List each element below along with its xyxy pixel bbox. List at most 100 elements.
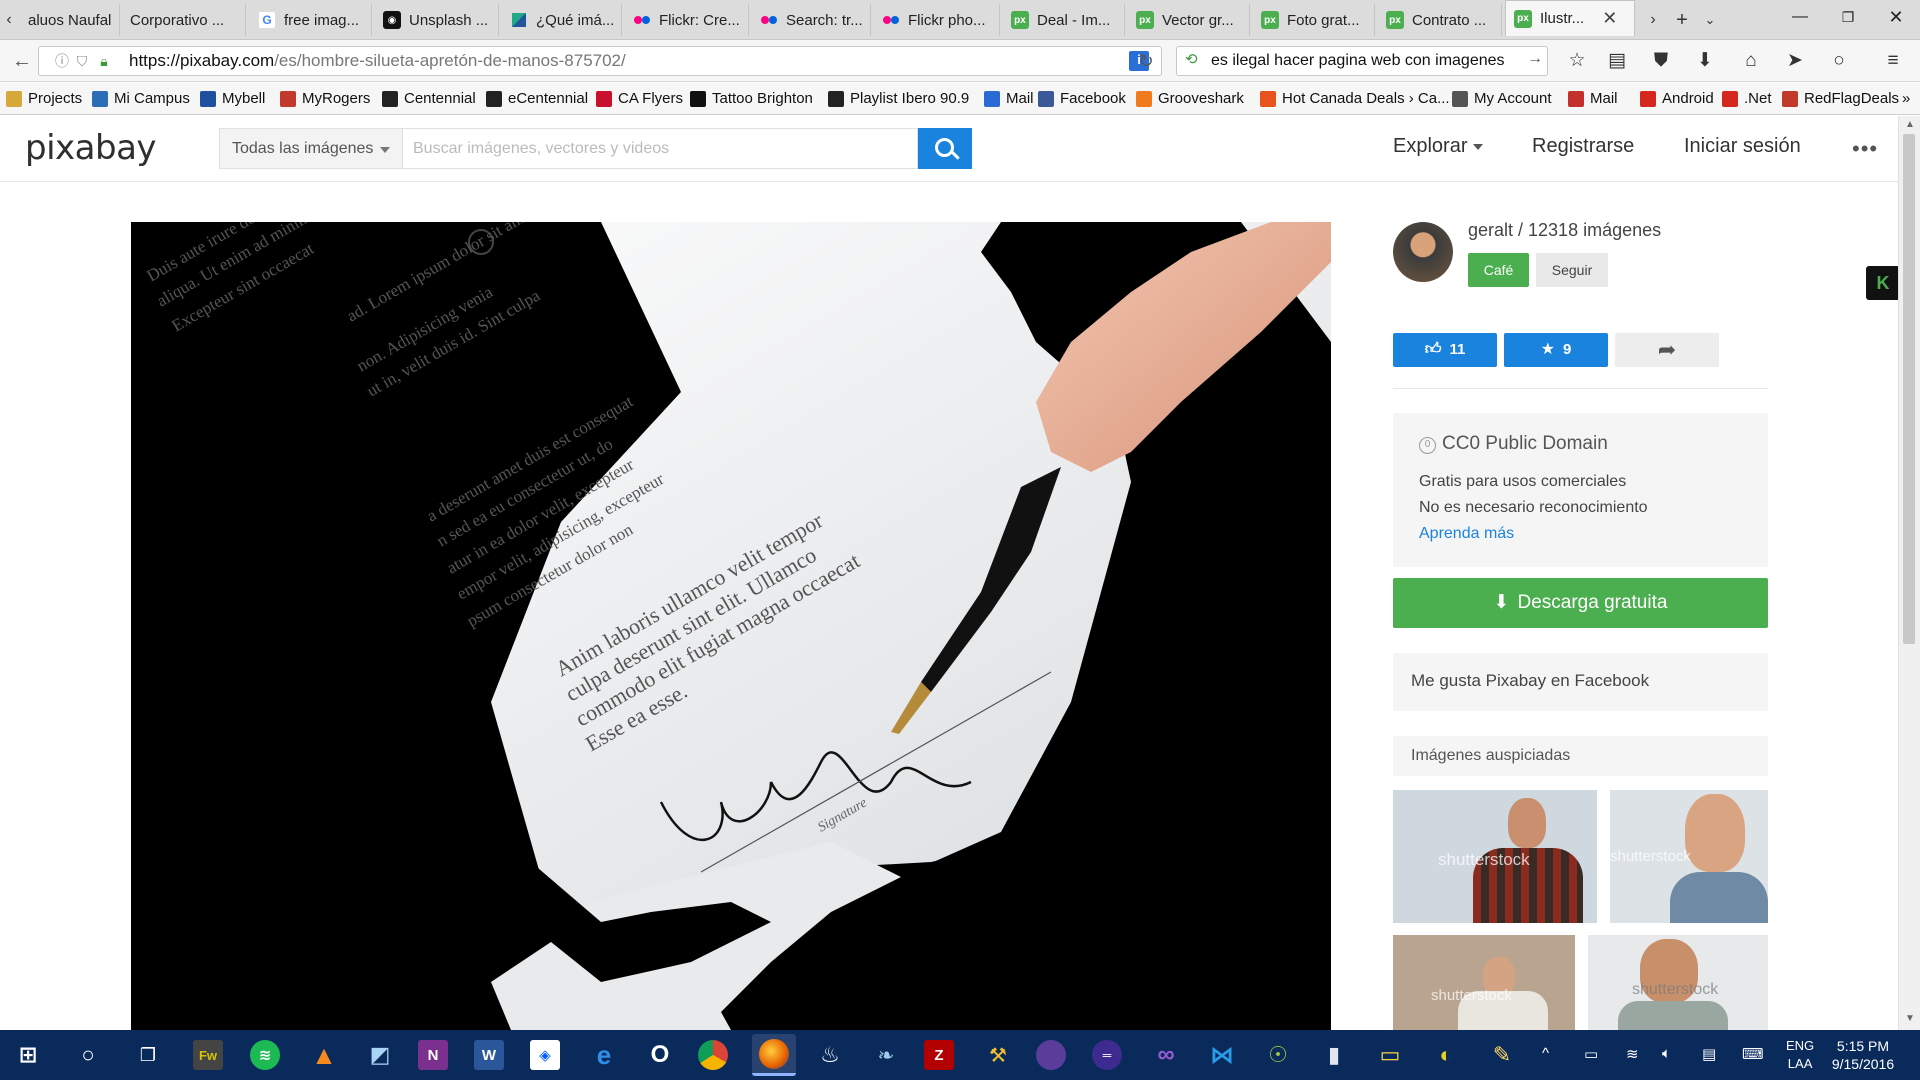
pixabay-logo[interactable]: pixabay [25, 128, 157, 168]
sponsored-thumb[interactable]: shutterstock [1393, 935, 1575, 1030]
wifi-icon[interactable]: ≋ [1626, 1045, 1639, 1063]
browser-tab[interactable]: px Ilustr... ✕ [1505, 0, 1635, 36]
chat-icon[interactable]: ○ [1824, 46, 1854, 76]
send-icon[interactable]: ➤ [1780, 46, 1810, 76]
spotify-icon[interactable]: ≋ [250, 1040, 280, 1070]
sponsored-thumb[interactable]: shutterstock [1588, 935, 1768, 1030]
address-bar[interactable]: ⓘ ⛉ 🔒︎ https://pixabay.com/es/hombre-sil… [38, 46, 1162, 76]
register-link[interactable]: Registrarse [1532, 135, 1634, 158]
notification-icon[interactable]: ▤ [1702, 1045, 1716, 1063]
explore-menu[interactable]: Explorar [1393, 135, 1484, 158]
bookmark-item[interactable]: CA Flyers [596, 89, 683, 109]
bookmark-item[interactable]: Grooveshark [1136, 89, 1244, 109]
author-avatar[interactable] [1393, 222, 1453, 282]
app-icon[interactable] [1036, 1040, 1066, 1070]
bookmark-item[interactable]: Facebook [1038, 89, 1126, 109]
download-icon[interactable]: ⬇ [1690, 46, 1720, 76]
sponsored-thumb[interactable]: shutterstock [1393, 790, 1597, 923]
browser-tab[interactable]: Gfree imag... [250, 4, 372, 36]
bookmark-item[interactable]: Mail [984, 89, 1034, 109]
favorite-button[interactable]: ★ 9 [1504, 333, 1608, 367]
browser-tab[interactable]: ¿Qué imá... [502, 4, 622, 36]
bookmark-item[interactable]: Mail [1568, 89, 1618, 109]
browser-tab[interactable]: px Foto grat... [1253, 4, 1375, 36]
shield-icon[interactable]: ⛉ [73, 52, 91, 70]
url-text[interactable]: https://pixabay.com/es/hombre-silueta-ap… [129, 47, 626, 75]
cortana-icon[interactable]: ○ [70, 1037, 106, 1073]
search-go-arrow-icon[interactable]: → [1527, 50, 1543, 68]
more-menu-icon[interactable]: ••• [1852, 136, 1878, 162]
onenote-icon[interactable]: N [418, 1040, 448, 1070]
close-tab-icon[interactable]: ✕ [1602, 8, 1617, 29]
pocket-icon[interactable]: ⛊ [1646, 46, 1676, 76]
paint-icon[interactable]: ✎ [1484, 1037, 1520, 1073]
bookmark-item[interactable]: Mi Campus [92, 89, 190, 109]
tab-scroll-right-icon[interactable]: › [1644, 6, 1662, 34]
app-icon[interactable]: ◐ [1428, 1037, 1464, 1073]
browser-search-box[interactable]: ⟲ es ilegal hacer pagina web con imagene… [1176, 46, 1548, 76]
app-icon[interactable]: ❧ [868, 1037, 904, 1073]
reading-list-icon[interactable]: ▤ [1602, 46, 1632, 76]
steam-icon[interactable]: ♨ [812, 1037, 848, 1073]
minimize-icon[interactable]: — [1776, 0, 1824, 34]
filezilla-icon[interactable]: Z [924, 1040, 954, 1070]
tools-icon[interactable]: ⚒ [980, 1037, 1016, 1073]
chrome-icon[interactable] [698, 1040, 728, 1070]
share-button[interactable]: ➦ [1615, 333, 1719, 367]
bookmark-star-icon[interactable]: ☆ [1562, 46, 1592, 76]
back-icon[interactable]: ← [6, 45, 38, 77]
free-download-button[interactable]: ⬇ Descarga gratuita [1393, 578, 1768, 628]
language-indicator[interactable]: ENG LAA [1786, 1037, 1814, 1073]
home-icon[interactable]: ⌂ [1736, 46, 1766, 76]
facebook-like-box[interactable]: Me gusta Pixabay en Facebook [1393, 653, 1768, 711]
like-button[interactable]: 👍︎ 11 [1393, 333, 1497, 367]
firefox-icon[interactable] [752, 1034, 796, 1076]
bookmark-item[interactable]: eCentennial [486, 89, 588, 109]
opera-icon[interactable]: O [642, 1037, 678, 1073]
battery-icon[interactable]: ▭ [1584, 1045, 1598, 1063]
bookmark-item[interactable]: MyRogers [280, 89, 370, 109]
bookmark-item[interactable]: RedFlagDeals [1782, 89, 1899, 109]
close-window-icon[interactable]: ✕ [1872, 0, 1920, 34]
android-studio-icon[interactable]: ☉ [1260, 1037, 1296, 1073]
browser-tab[interactable]: ◉ Unsplash ... [375, 4, 499, 36]
bookmark-item[interactable]: Hot Canada Deals › Ca... [1260, 89, 1450, 109]
info-icon[interactable]: ⓘ [53, 52, 71, 70]
learn-more-link[interactable]: Aprenda más [1419, 525, 1514, 543]
dropbox-icon[interactable]: ◈ [530, 1040, 560, 1070]
word-icon[interactable]: W [474, 1040, 504, 1070]
tab-scroll-left-icon[interactable]: ‹ [0, 6, 18, 34]
file-explorer-icon[interactable]: ▭ [1372, 1037, 1408, 1073]
keyboard-icon[interactable]: ⌨ [1742, 1045, 1764, 1063]
system-clock[interactable]: 5:15 PM 9/15/2016 [1818, 1037, 1908, 1073]
browser-tab[interactable]: Flickr: Cre... [625, 4, 749, 36]
scroll-thumb[interactable] [1903, 134, 1915, 644]
search-engine-icon[interactable]: ⟲ [1185, 50, 1198, 68]
menu-icon[interactable]: ≡ [1878, 46, 1908, 76]
browser-tab[interactable]: Flickr pho... [874, 4, 1000, 36]
author-name[interactable]: geralt / 12318 imágenes [1468, 220, 1661, 241]
app-icon[interactable]: ▮ [1316, 1037, 1352, 1073]
extension-k-icon[interactable]: K [1866, 266, 1900, 300]
browser-tab[interactable]: aluos Naufal [20, 4, 120, 36]
browser-tab[interactable]: Search: tr... [752, 4, 871, 36]
vlc-icon[interactable]: ▲ [306, 1037, 342, 1073]
browser-tab[interactable]: px Deal - Im... [1003, 4, 1125, 36]
bookmarks-overflow-icon[interactable]: » [1902, 89, 1910, 109]
search-button[interactable] [918, 128, 972, 169]
follow-button[interactable]: Seguir [1536, 253, 1608, 287]
bookmark-item[interactable]: .Net [1722, 89, 1772, 109]
app-icon[interactable]: ◩ [362, 1037, 398, 1073]
bookmark-item[interactable]: Android [1640, 89, 1714, 109]
fireworks-icon[interactable]: Fw [193, 1040, 223, 1070]
bookmark-item[interactable]: Playlist Ibero 90.9 [828, 89, 969, 109]
bookmark-item[interactable]: Projects [6, 89, 82, 109]
bookmark-item[interactable]: Tattoo Brighton [690, 89, 813, 109]
maximize-icon[interactable]: ❐ [1824, 0, 1872, 34]
scroll-up-icon[interactable]: ▲ [1902, 118, 1918, 132]
sponsored-thumb[interactable]: shutterstock [1610, 790, 1768, 923]
page-scrollbar[interactable]: ▲ ▼ [1898, 116, 1920, 1030]
eclipse-icon[interactable]: ═ [1092, 1040, 1122, 1070]
browser-tab[interactable]: Corporativo ... [122, 4, 246, 36]
windows-start-icon[interactable]: ⊞ [10, 1037, 46, 1073]
